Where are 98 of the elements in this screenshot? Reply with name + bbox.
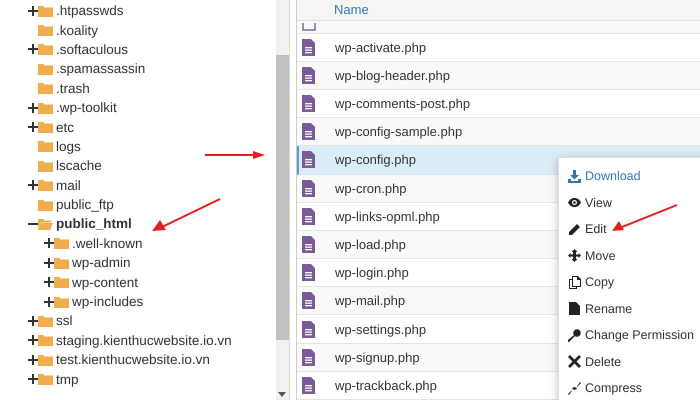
folder-icon xyxy=(38,24,53,36)
document-icon xyxy=(302,123,315,140)
folder-name[interactable]: .spamassassin xyxy=(56,61,146,76)
plus-icon[interactable] xyxy=(28,335,38,346)
file-name: wp-config-sample.php xyxy=(335,124,462,140)
folder-name[interactable]: .well-known xyxy=(72,236,143,251)
folder-icon xyxy=(38,160,53,172)
document-icon xyxy=(302,38,315,56)
file-name: wp-signup.php xyxy=(335,350,420,365)
document-icon xyxy=(302,95,315,112)
arrow xyxy=(205,151,265,159)
folder-icon xyxy=(38,198,53,211)
file-name: wp-load.php xyxy=(335,236,406,252)
plus-icon[interactable] xyxy=(28,180,38,190)
folder-name[interactable]: etc xyxy=(56,120,74,135)
folder-name[interactable]: lscache xyxy=(56,158,102,174)
edit-icon xyxy=(568,222,581,236)
plus-icon[interactable] xyxy=(44,277,54,288)
plus-icon[interactable] xyxy=(44,296,54,307)
document-icon xyxy=(302,151,315,168)
file-name: wp-comments-post.php xyxy=(335,96,470,112)
folder-name[interactable]: .wp-toolkit xyxy=(56,100,117,116)
file-name: wp-trackback.php xyxy=(335,378,437,393)
folder-icon xyxy=(38,140,53,152)
document-icon xyxy=(302,264,315,282)
download-icon xyxy=(568,170,581,183)
document-icon xyxy=(302,320,315,338)
document-icon xyxy=(302,292,315,310)
folder-name[interactable]: staging.kienthucwebsite.io.vn xyxy=(56,332,232,348)
folder-icon xyxy=(38,102,53,114)
document-icon xyxy=(302,208,315,225)
file-name: wp-links-opml.php xyxy=(335,208,440,224)
folder-icon xyxy=(54,237,69,250)
folder-name[interactable]: wp-includes xyxy=(72,294,144,310)
menu-item[interactable]: Compress xyxy=(559,375,700,400)
folder-name[interactable]: wp-admin xyxy=(72,255,131,270)
folder-name[interactable]: .htpasswds xyxy=(56,3,124,18)
file-row[interactable]: wp-blog-header.php xyxy=(297,62,700,90)
copy-icon xyxy=(568,276,581,289)
folder-name[interactable]: test.kienthucwebsite.io.vn xyxy=(56,352,210,368)
view-icon xyxy=(568,196,581,210)
folder-name[interactable]: ssl xyxy=(56,313,72,328)
file-name: wp-settings.php xyxy=(335,322,426,337)
folder-icon xyxy=(54,276,69,288)
plus-icon[interactable] xyxy=(44,238,54,248)
folder-icon xyxy=(38,4,53,17)
plus-icon[interactable] xyxy=(28,354,38,365)
open-folder-icon xyxy=(38,218,53,230)
key-icon xyxy=(568,328,581,342)
arrow xyxy=(612,204,678,232)
file-name: wp-login.php xyxy=(335,265,409,280)
folder-icon xyxy=(54,256,69,269)
delete-icon xyxy=(568,355,581,368)
html-file-icon xyxy=(302,22,316,31)
folder-name[interactable]: wp-content xyxy=(72,274,138,290)
folder-icon xyxy=(38,121,53,134)
folder-name[interactable]: mail xyxy=(56,178,81,193)
plus-icon[interactable] xyxy=(28,44,38,54)
plus-icon[interactable] xyxy=(44,258,54,268)
folder-name[interactable]: .softaculous xyxy=(56,42,128,57)
document-icon xyxy=(302,66,315,84)
file-row[interactable]: wp-config-sample.php xyxy=(297,118,700,146)
scroll-down-icon[interactable] xyxy=(278,392,286,397)
folder-name[interactable]: .koality xyxy=(56,22,98,38)
document-icon xyxy=(302,180,315,197)
plus-icon[interactable] xyxy=(28,122,38,132)
folder-icon xyxy=(54,296,69,308)
document-icon xyxy=(302,376,315,394)
folder-icon xyxy=(38,354,53,366)
plus-icon[interactable] xyxy=(28,102,38,113)
column-header[interactable]: Name xyxy=(334,2,369,18)
folder-icon xyxy=(38,43,53,56)
document-icon xyxy=(302,236,315,253)
rename-icon xyxy=(568,302,581,316)
folder-icon xyxy=(38,82,53,94)
folder-name[interactable]: public_ftp xyxy=(56,197,114,212)
file-name: wp-config.php xyxy=(335,152,416,168)
folder-icon xyxy=(38,314,53,327)
file-name: wp-blog-header.php xyxy=(335,68,450,83)
document-icon xyxy=(302,348,315,366)
file-name: wp-cron.php xyxy=(335,180,407,196)
folder-name[interactable]: logs xyxy=(56,138,81,154)
arrow xyxy=(152,198,222,232)
folder-icon xyxy=(38,373,53,386)
folder-icon xyxy=(38,179,53,192)
move-icon xyxy=(568,249,581,262)
folder-icon xyxy=(38,334,53,346)
plus-icon[interactable] xyxy=(28,374,38,384)
plus-icon[interactable] xyxy=(28,6,38,16)
folder-icon xyxy=(38,62,53,75)
folder-name[interactable]: tmp xyxy=(56,372,79,387)
scrollbar[interactable] xyxy=(276,0,289,400)
compress-icon xyxy=(568,382,581,395)
file-name: wp-activate.php xyxy=(335,40,426,55)
plus-icon[interactable] xyxy=(28,316,38,326)
file-name: wp-mail.php xyxy=(335,293,406,308)
folder-name[interactable]: public_html xyxy=(56,216,132,232)
folder-name[interactable]: .trash xyxy=(56,80,90,96)
